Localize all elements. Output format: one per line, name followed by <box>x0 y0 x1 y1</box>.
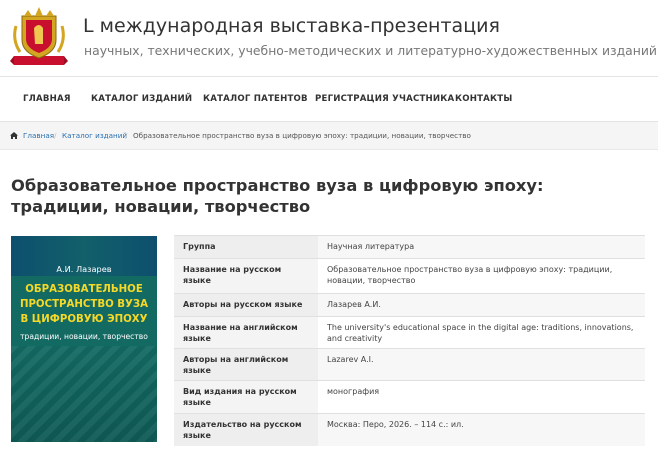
table-row: Авторы на английском языке Lazarev A.I. <box>174 348 645 381</box>
table-row: Авторы на русском языке Лазарев А.И. <box>174 293 645 317</box>
nav-item-home[interactable]: ГЛАВНАЯ <box>23 94 71 104</box>
table-row: Название на русском языке Образовательно… <box>174 258 645 294</box>
detail-key: Авторы на русском языке <box>174 293 318 317</box>
home-icon <box>10 132 18 139</box>
page-title: Образовательное пространство вуза в цифр… <box>11 176 544 216</box>
nav-item-patents[interactable]: КАТАЛОГ ПАТЕНТОВ <box>203 94 308 104</box>
detail-key: Название на английском языке <box>174 316 318 349</box>
nav-item-registration[interactable]: РЕГИСТРАЦИЯ УЧАСТНИКА <box>315 94 454 104</box>
table-row: Издательство на русском языке Москва: Пе… <box>174 413 645 446</box>
breadcrumb-separator: / <box>125 131 128 140</box>
cover-texture <box>11 346 157 442</box>
breadcrumb-home-link[interactable]: Главная <box>23 131 54 140</box>
detail-value: Лазарев А.И. <box>318 293 645 317</box>
detail-value: монография <box>318 380 645 414</box>
cover-title-line: ОБРАЗОВАТЕЛЬНОЕ <box>25 284 143 295</box>
detail-key: Издательство на русском языке <box>174 413 318 446</box>
breadcrumb: Главная / Каталог изданий / Образователь… <box>0 122 658 150</box>
detail-key: Группа <box>174 235 318 259</box>
detail-value: Образовательное пространство вуза в цифр… <box>318 258 645 294</box>
details-table: Группа Научная литература Название на ру… <box>174 235 645 446</box>
detail-key: Название на русском языке <box>174 258 318 294</box>
detail-key: Вид издания на русском языке <box>174 380 318 414</box>
detail-value: Москва: Перо, 2026. – 114 с.: ил. <box>318 413 645 446</box>
table-row: Название на английском языке The univers… <box>174 316 645 349</box>
book-cover[interactable]: А.И. Лазарев ОБРАЗОВАТЕЛЬНОЕ ПРОСТРАНСТВ… <box>11 236 157 442</box>
cover-subtitle: традиции, новации, творчество <box>20 332 148 341</box>
site-subtitle: научных, технических, учебно-методически… <box>84 43 657 58</box>
crest-logo-icon[interactable] <box>10 6 68 70</box>
site-title: L международная выставка-презентация <box>83 15 500 37</box>
breadcrumb-catalog-link[interactable]: Каталог изданий <box>62 131 127 140</box>
cover-title: ОБРАЗОВАТЕЛЬНОЕ ПРОСТРАНСТВО ВУЗА В ЦИФР… <box>11 282 157 327</box>
table-row: Вид издания на русском языке монография <box>174 380 645 414</box>
nav-item-catalog[interactable]: КАТАЛОГ ИЗДАНИЙ <box>91 94 192 104</box>
table-row: Группа Научная литература <box>174 235 645 259</box>
detail-value: Lazarev A.I. <box>318 348 645 381</box>
detail-key: Авторы на английском языке <box>174 348 318 381</box>
cover-author: А.И. Лазарев <box>56 264 112 274</box>
cover-title-line: В ЦИФРОВУЮ ЭПОХУ <box>20 314 148 325</box>
detail-value: The university's educational space in th… <box>318 316 645 349</box>
site-header: L международная выставка-презентация нау… <box>0 0 658 76</box>
breadcrumb-current: Образовательное пространство вуза в цифр… <box>133 131 471 140</box>
cover-title-line: ПРОСТРАНСТВО ВУЗА <box>19 299 149 310</box>
breadcrumb-separator: / <box>54 131 57 140</box>
main-nav: ГЛАВНАЯ КАТАЛОГ ИЗДАНИЙ КАТАЛОГ ПАТЕНТОВ… <box>0 76 658 122</box>
detail-value: Научная литература <box>318 235 645 259</box>
nav-item-contacts[interactable]: КОНТАКТЫ <box>455 94 512 104</box>
